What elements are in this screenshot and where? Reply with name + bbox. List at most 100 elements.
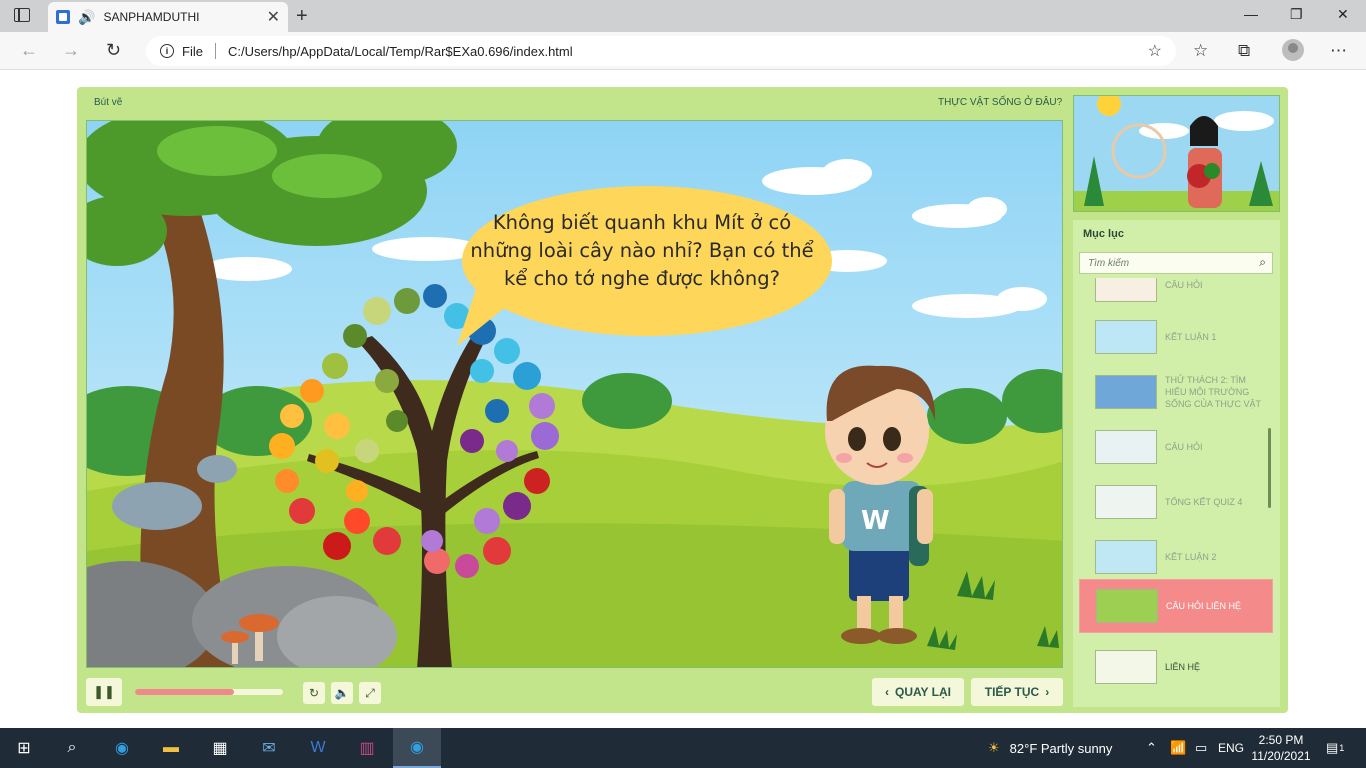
fullscreen-icon: ⤢ (365, 685, 375, 700)
show-hidden-icons[interactable]: ⌃ (1146, 728, 1157, 768)
volume-icon: 🔈 (334, 686, 350, 700)
wifi-icon[interactable]: 📶 (1170, 728, 1186, 768)
toc-item-label: KẾT LUẬN 1 (1165, 332, 1217, 342)
partly-sunny-icon: ☀ (988, 740, 1000, 755)
toc-item[interactable]: LIÊN HỆ (1079, 642, 1273, 692)
search-icon[interactable]: ⌕ (48, 728, 96, 768)
toc-item[interactable]: THỬ THÁCH 2: TÌM HIỂU MÔI TRƯỜNG SỐNG CỦ… (1079, 367, 1273, 417)
add-favorite-icon[interactable]: ☆ (1148, 41, 1162, 61)
notification-count: 1 (1339, 743, 1345, 753)
slide-thumbnail (1095, 278, 1157, 302)
replay-icon: ↻ (308, 686, 320, 700)
chevron-right-icon: › (1045, 685, 1050, 699)
new-tab-button[interactable]: + (296, 5, 308, 28)
volume-button[interactable]: 🔈 (331, 682, 353, 704)
browser-toolbar: ← → ↻ i File C:/Users/hp/AppData/Local/T… (0, 32, 1366, 70)
slide-thumbnail (1095, 485, 1157, 519)
toc-item-label: CÂU HỎI (1165, 442, 1203, 452)
toc-item[interactable]: KẾT LUẬN 1 (1079, 312, 1273, 362)
slide-thumbnail (1095, 320, 1157, 354)
toc-search-input[interactable]: Tìm kiếm ⌕ (1079, 252, 1273, 274)
clock-date: 11/20/2021 (1251, 749, 1311, 763)
collections-icon[interactable]: ⧉ (1238, 41, 1250, 61)
address-bar[interactable]: i File C:/Users/hp/AppData/Local/Temp/Ra… (146, 36, 1176, 66)
toc-item[interactable]: CÂU HỎI (1079, 278, 1273, 310)
store-icon[interactable]: ▦ (196, 728, 244, 768)
next-button[interactable]: TIẾP TỤC › (971, 678, 1063, 706)
toc-scrollbar[interactable] (1268, 428, 1271, 508)
presentation-player: Bút vẽ THỰC VẬT SỐNG Ở ĐÂU? W Không biết… (77, 87, 1288, 713)
word-icon[interactable]: W (294, 728, 342, 768)
edge-active-icon[interactable]: ◉ (393, 728, 441, 768)
toc-item-label: LIÊN HỆ (1165, 662, 1201, 672)
weather-text: 82°F Partly sunny (1009, 740, 1113, 756)
page-favicon-icon (56, 10, 70, 24)
address-url[interactable]: C:/Users/hp/AppData/Local/Temp/Rar$EXa0.… (228, 44, 573, 59)
toc-item-label: CÂU HỎI (1165, 280, 1203, 290)
battery-icon[interactable]: ▭ (1195, 728, 1207, 768)
browser-tab[interactable]: 🔊 SANPHAMDUTHI ✕ (48, 2, 288, 32)
forward-arrow-icon[interactable]: → (62, 40, 80, 61)
toc-list: CÂU HỎI KẾT LUẬN 1 THỬ THÁCH 2: TÌM HIỂU… (1079, 278, 1273, 698)
windows-taskbar: ⊞ ⌕ ◉ ▬ ▦ ✉ W ▥ ◉ ☀ 82°F Partly sunny ⌃ … (0, 728, 1366, 768)
sidebar-toggle-icon[interactable] (14, 8, 30, 22)
clock-time: 2:50 PM (1258, 733, 1304, 747)
toc-title: Mục lục (1083, 228, 1124, 240)
svg-text:W: W (861, 506, 890, 536)
toc-item[interactable]: CÂU HỎI (1079, 422, 1273, 472)
winrar-icon[interactable]: ▥ (343, 728, 391, 768)
address-scheme: File (182, 43, 203, 59)
windows-start-icon[interactable]: ⊞ (0, 728, 48, 768)
pause-button[interactable]: ❚❚ (86, 678, 122, 706)
page-content: Bút vẽ THỰC VẬT SỐNG Ở ĐÂU? W Không biết… (0, 71, 1366, 728)
progress-bar[interactable] (135, 689, 283, 695)
replay-button[interactable]: ↻ (303, 682, 325, 704)
back-button[interactable]: ‹ QUAY LẠI (872, 678, 964, 706)
language-indicator[interactable]: ENG (1218, 728, 1244, 768)
slide-thumbnail (1095, 650, 1157, 684)
close-window-icon[interactable]: ✕ (1337, 6, 1349, 23)
presenter-thumbnail (1073, 95, 1280, 212)
lesson-title: THỰC VẬT SỐNG Ở ĐÂU? (938, 97, 1063, 108)
back-button-label: QUAY LẠI (894, 685, 951, 699)
pen-tool-label[interactable]: Bút vẽ (94, 97, 122, 108)
back-arrow-icon[interactable]: ← (20, 40, 38, 61)
restore-icon[interactable]: ❐ (1290, 6, 1303, 23)
next-button-label: TIẾP TỤC (984, 685, 1040, 699)
toc-item-active[interactable]: CÂU HỎI LIÊN HỆ (1079, 579, 1273, 633)
reload-icon[interactable]: ↻ (106, 40, 121, 61)
slide-illustration: W (87, 121, 1062, 667)
speaker-icon[interactable]: 🔊 (78, 9, 95, 26)
slide-thumbnail (1095, 375, 1157, 409)
search-placeholder: Tìm kiếm (1088, 257, 1130, 269)
browser-tab-bar: 🔊 SANPHAMDUTHI ✕ + — ❐ ✕ (0, 0, 1366, 32)
info-icon[interactable]: i (160, 44, 174, 58)
weather-widget[interactable]: ☀ 82°F Partly sunny (988, 728, 1112, 768)
progress-fill (135, 689, 235, 695)
notifications-icon[interactable]: ▤ 1 (1326, 728, 1344, 768)
address-separator (214, 43, 216, 59)
toc-item-label: CÂU HỎI LIÊN HỆ (1166, 601, 1242, 611)
search-icon[interactable]: ⌕ (1259, 255, 1266, 270)
toc-item-label: TỔNG KẾT QUIZ 4 (1165, 497, 1243, 507)
toc-item[interactable]: KẾT LUẬN 2 (1079, 532, 1273, 582)
tab-title: SANPHAMDUTHI (103, 10, 200, 24)
chevron-left-icon: ‹ (884, 685, 889, 699)
slide-thumbnail (1096, 589, 1158, 623)
slide-thumbnail (1095, 540, 1157, 574)
profile-avatar[interactable] (1282, 39, 1304, 61)
table-of-contents: Mục lục Tìm kiếm ⌕ CÂU HỎI KẾT LUẬN 1 TH… (1073, 220, 1280, 707)
favorites-icon[interactable]: ☆ (1193, 41, 1208, 61)
fullscreen-button[interactable]: ⤢ (359, 682, 381, 704)
edge-icon[interactable]: ◉ (98, 728, 146, 768)
minimize-icon[interactable]: — (1244, 6, 1258, 22)
close-tab-icon[interactable]: ✕ (267, 7, 280, 27)
file-explorer-icon[interactable]: ▬ (147, 728, 195, 768)
pause-icon: ❚❚ (93, 684, 115, 699)
more-menu-icon[interactable]: ⋯ (1330, 41, 1347, 61)
toc-item[interactable]: TỔNG KẾT QUIZ 4 (1079, 477, 1273, 527)
speech-bubble-text: Không biết quanh khu Mít ở có những loài… (470, 211, 814, 290)
player-controls: ❚❚ ↻ 🔈 ⤢ ‹ QUAY LẠI TIẾP TỤC › (86, 678, 1063, 706)
mail-icon[interactable]: ✉ (245, 728, 293, 768)
clock[interactable]: 2:50 PM 11/20/2021 (1250, 732, 1312, 764)
